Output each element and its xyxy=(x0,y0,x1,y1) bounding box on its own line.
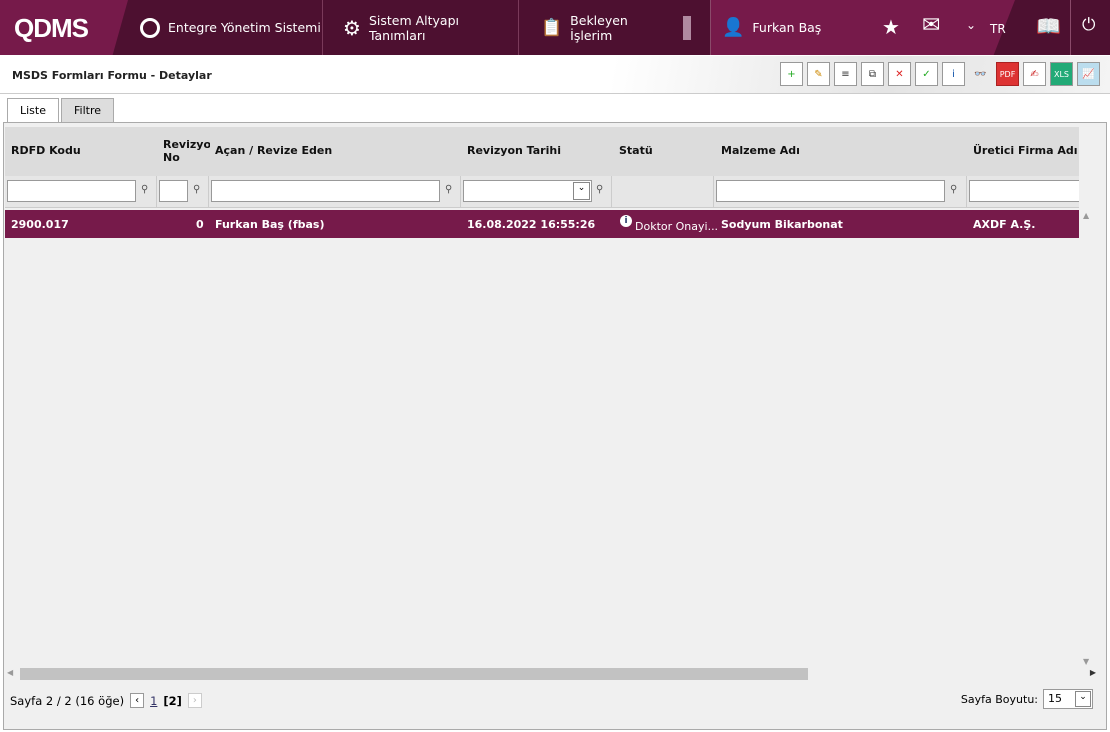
add-record-icon[interactable]: + xyxy=(780,62,803,86)
page-title: MSDS Formları Formu - Detaylar xyxy=(12,69,212,82)
manual-book-icon[interactable]: 📖 xyxy=(1036,14,1061,38)
page-link-1[interactable]: 1 xyxy=(150,694,157,708)
filter-icon[interactable]: ⚲ xyxy=(141,184,148,195)
tab-bar: Liste Filtre xyxy=(7,98,115,122)
column-header[interactable]: RDFD Kodu xyxy=(6,127,81,176)
chart-icon[interactable]: 📈 xyxy=(1077,62,1100,86)
gear-icon: ⚙ xyxy=(343,15,361,40)
cell-date: 16.08.2022 16:55:26 xyxy=(467,218,596,231)
next-page-button[interactable]: › xyxy=(187,693,202,708)
filter-icon[interactable]: ⚲ xyxy=(193,184,200,195)
scroll-up-icon[interactable]: ▲ xyxy=(1083,211,1089,220)
cell-revision: 0 xyxy=(196,218,204,231)
data-grid: RDFD Kodu Revizyon No Açan / Revize Eden… xyxy=(3,122,1107,730)
column-header[interactable]: Malzeme Adı xyxy=(716,127,800,176)
copy-icon[interactable]: ⧉ xyxy=(861,62,884,86)
page-size-label: Sayfa Boyutu: xyxy=(960,692,1038,706)
filter-row: ⚲ ⚲ ⚲ ⌄ ⚲ ⚲ xyxy=(5,176,1079,208)
pager: Sayfa 2 / 2 (16 öğe) ‹ 1 [2] › xyxy=(10,693,202,708)
tab-liste[interactable]: Liste xyxy=(7,98,59,122)
cell-material: Sodyum Bikarbonat xyxy=(721,218,843,231)
q-icon xyxy=(140,17,160,38)
scrollbar-thumb[interactable] xyxy=(20,668,808,680)
pager-summary: Sayfa 2 / 2 (16 öğe) xyxy=(10,693,125,708)
approve-record-icon[interactable]: ✓ xyxy=(915,62,938,86)
list-icon[interactable]: ≡ xyxy=(834,62,857,86)
cell-manufacturer: AXDF A.Ş. xyxy=(973,218,1036,231)
scroll-right-icon[interactable]: ▶ xyxy=(1090,668,1096,677)
top-bar: QDMS Entegre Yönetim Sistemi ⚙ Sistem Al… xyxy=(0,0,1110,55)
nav-scroll-handle[interactable] xyxy=(683,16,691,40)
horizontal-scrollbar[interactable]: ◀ ▶ xyxy=(6,667,1096,681)
page-size-value: 15 xyxy=(1048,692,1062,705)
column-header[interactable]: Revizyon Tarihi xyxy=(462,127,561,176)
filter-input-owner[interactable] xyxy=(211,180,440,202)
edit-record-icon[interactable]: ✎ xyxy=(807,62,830,86)
nav-bekleyen-islerim[interactable]: 📋 Bekleyen İşlerim xyxy=(519,0,669,55)
nav-sistem-altyapi[interactable]: ⚙ Sistem Altyapı Tanımları xyxy=(323,0,519,55)
filter-icon[interactable]: ⚲ xyxy=(950,184,957,195)
tab-filtre[interactable]: Filtre xyxy=(61,98,115,122)
filter-input-material[interactable] xyxy=(716,180,945,202)
export-xls-icon[interactable]: XLS xyxy=(1050,62,1073,86)
table-row[interactable]: 2900.017 0 Furkan Baş (fbas) 16.08.2022 … xyxy=(5,210,1079,238)
mail-icon[interactable]: ✉ xyxy=(922,13,940,38)
filter-input-revision[interactable] xyxy=(159,180,188,202)
filter-input-manufacturer[interactable] xyxy=(969,180,1079,202)
page-size-select[interactable]: 15 ⌄ xyxy=(1043,689,1093,709)
info-record-icon[interactable]: i xyxy=(942,62,965,86)
info-icon[interactable]: i xyxy=(620,215,632,227)
user-icon: 👤 xyxy=(722,17,745,38)
delete-record-icon[interactable]: ✕ xyxy=(888,62,911,86)
filter-cell-status xyxy=(612,176,714,207)
toolbar: + ✎ ≡ ⧉ ✕ ✓ i 👓 PDF ✍ XLS 📈 xyxy=(780,62,1100,86)
nav-entegre[interactable]: Entegre Yönetim Sistemi xyxy=(128,0,323,55)
chevron-down-icon[interactable]: ⌄ xyxy=(1075,691,1091,707)
nav-label: Bekleyen İşlerim xyxy=(570,12,628,43)
sign-icon[interactable]: ✍ xyxy=(1023,62,1046,86)
user-menu[interactable]: 👤 Furkan Baş xyxy=(712,0,821,55)
pdf-icon[interactable]: PDF xyxy=(996,62,1019,86)
column-header[interactable]: Üretici Firma Adı xyxy=(968,127,1078,176)
filter-icon[interactable]: ⚲ xyxy=(445,184,452,195)
vertical-scrollbar[interactable]: ▲ ▼ xyxy=(1080,211,1094,666)
column-header[interactable]: Revizyon No xyxy=(158,127,210,176)
scroll-down-icon[interactable]: ▼ xyxy=(1083,657,1089,666)
scroll-left-icon[interactable]: ◀ xyxy=(7,668,13,677)
column-header[interactable]: Statü xyxy=(614,127,653,176)
cell-owner: Furkan Baş (fbas) xyxy=(215,218,325,231)
cell-code: 2900.017 xyxy=(11,218,69,231)
cell-status: Doktor Onayi... xyxy=(635,220,719,233)
binoculars-icon[interactable]: 👓 xyxy=(969,62,992,86)
clipboard-check-icon: 📋 xyxy=(541,17,563,38)
prev-page-button[interactable]: ‹ xyxy=(130,693,145,708)
filter-input-code[interactable] xyxy=(7,180,136,202)
language-selector[interactable]: TR xyxy=(990,22,1006,36)
nav-label: Sistem Altyapı Tanımları xyxy=(368,12,459,43)
qdms-logo[interactable]: QDMS xyxy=(0,0,128,55)
chevron-down-icon[interactable]: ⌄ xyxy=(966,18,976,32)
filter-select-date[interactable]: ⌄ xyxy=(463,180,592,202)
page-size: Sayfa Boyutu: 15 ⌄ xyxy=(961,689,1093,709)
title-bar: MSDS Formları Formu - Detaylar + ✎ ≡ ⧉ ✕… xyxy=(0,56,1110,94)
nav-label: Entegre Yönetim Sistemi xyxy=(168,20,321,35)
page-current: [2] xyxy=(163,693,182,708)
user-name: Furkan Baş xyxy=(752,20,822,35)
grid-header: RDFD Kodu Revizyon No Açan / Revize Eden… xyxy=(5,127,1079,176)
power-icon[interactable]: ⏻ xyxy=(1082,15,1095,35)
chevron-down-icon[interactable]: ⌄ xyxy=(573,182,590,200)
star-icon[interactable]: ★ xyxy=(882,15,900,39)
column-header[interactable]: Açan / Revize Eden xyxy=(210,127,332,176)
filter-icon[interactable]: ⚲ xyxy=(596,184,603,195)
divider xyxy=(1070,0,1071,55)
